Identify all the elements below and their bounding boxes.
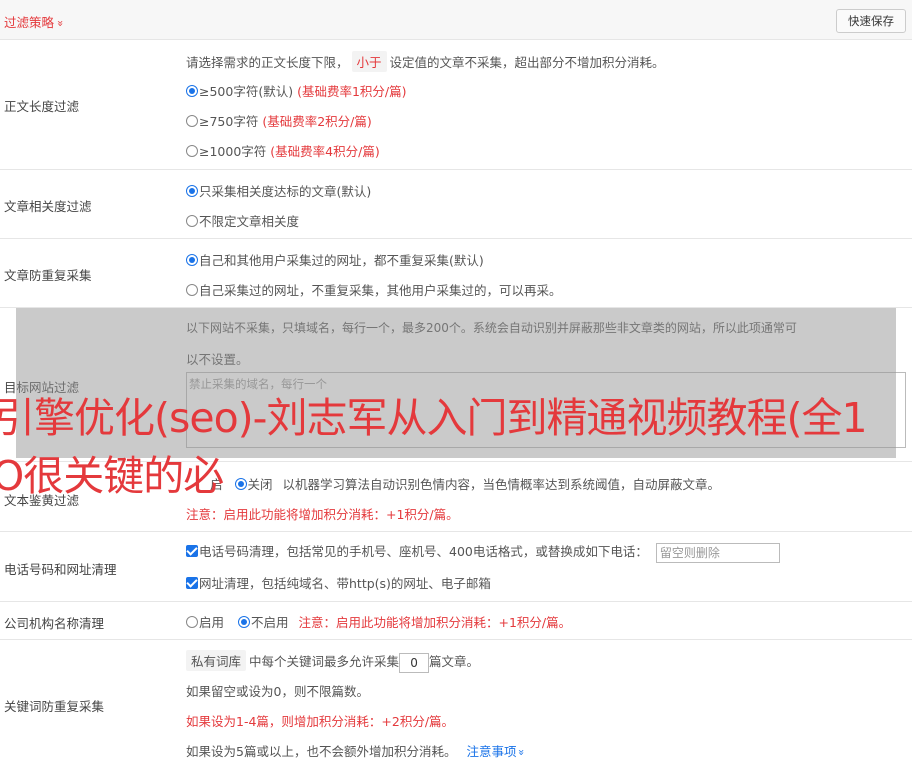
- url-clean-option[interactable]: 网址清理，包括纯域名、带http(s)的网址、电子邮箱: [186, 573, 491, 592]
- keyword-dedup-label: 关键词防重复采集: [4, 699, 105, 714]
- org-clean-options: 启用 不启用 注意：启用此功能将增加积分消耗：+1积分/篇。: [186, 612, 571, 631]
- less-than-chip: 小于: [351, 51, 387, 72]
- notes-link[interactable]: 注意事项»: [466, 744, 529, 759]
- radio-porn-off[interactable]: [234, 478, 247, 490]
- keyword-dedup-line-3: 如果设为1-4篇，则增加积分消耗：+2积分/篇。: [186, 714, 455, 729]
- radio-dedup-self[interactable]: [186, 284, 198, 296]
- dedup-option-all[interactable]: 自己和其他用户采集过的网址，都不重复采集(默认): [186, 250, 484, 269]
- keyword-dedup-line-2: 如果留空或设为0，则不限篇数。: [186, 684, 369, 699]
- org-clean-label: 公司机构名称清理: [4, 616, 105, 631]
- max-articles-input[interactable]: 0: [399, 652, 430, 673]
- phone-url-clean-row: 电话号码和网址清理 电话号码清理，包括常见的手机号、座机号、400电话格式，或替…: [0, 532, 912, 602]
- radio-750[interactable]: [186, 115, 198, 127]
- watermark-line-1: 引擎优化(seo)-刘志军从入门到精通视频教程(全1: [0, 394, 868, 442]
- watermark-line-2: O很关键的必: [0, 452, 224, 500]
- keyword-dedup-line-4: 如果设为5篇或以上，也不会额外增加积分消耗。 注意事项»: [186, 744, 529, 759]
- porn-filter-options: 启 关闭 以机器学习算法自动识别色情内容，当色情概率达到系统阈值，自动屏蔽文章。: [210, 477, 721, 492]
- quick-save-button[interactable]: 快速保存: [836, 9, 906, 33]
- filter-strategy-header: 过滤策略» 快速保存: [0, 0, 912, 40]
- chevron-down-icon: »: [515, 749, 529, 756]
- keyword-dedup-line-1: 私有词库 中每个关键词最多允许采集 0 篇文章。: [186, 650, 479, 673]
- radio-dedup-all[interactable]: [186, 254, 198, 266]
- dedup-filter-row: 文章防重复采集 自己和其他用户采集过的网址，都不重复采集(默认) 自己采集过的网…: [0, 239, 912, 308]
- org-clean-row: 公司机构名称清理 启用 不启用 注意：启用此功能将增加积分消耗：+1积分/篇。: [0, 602, 912, 640]
- dedup-option-self[interactable]: 自己采集过的网址，不重复采集，其他用户采集过的，可以再采。: [186, 280, 562, 299]
- dedup-filter-label: 文章防重复采集: [4, 268, 92, 283]
- org-option-off[interactable]: 不启用: [238, 615, 289, 630]
- length-option-750[interactable]: ≥750字符 (基础费率2积分/篇): [186, 111, 372, 130]
- length-option-500[interactable]: ≥500字符(默认) (基础费率1积分/篇): [186, 81, 407, 100]
- relevance-filter-row: 文章相关度过滤 只采集相关度达标的文章(默认) 不限定文章相关度: [0, 170, 912, 239]
- private-dict-chip[interactable]: 私有词库: [186, 650, 247, 671]
- org-option-on[interactable]: 启用: [186, 615, 224, 630]
- url-clean-checkbox[interactable]: [186, 577, 198, 589]
- phone-clean-option[interactable]: 电话号码清理，包括常见的手机号、座机号、400电话格式，或替换成如下电话： 留空…: [186, 541, 780, 563]
- porn-option-off[interactable]: 关闭: [234, 477, 273, 492]
- chevron-down-icon: »: [53, 20, 67, 27]
- replacement-phone-input[interactable]: 留空则删除: [655, 542, 780, 563]
- phone-url-clean-label: 电话号码和网址清理: [4, 562, 117, 577]
- radio-org-on[interactable]: [186, 616, 198, 628]
- keyword-dedup-row: 关键词防重复采集 私有词库 中每个关键词最多允许采集 0 篇文章。 如果留空或设为0，…: [0, 640, 912, 768]
- length-option-1000[interactable]: ≥1000字符 (基础费率4积分/篇): [186, 141, 380, 160]
- radio-relevance-any[interactable]: [186, 215, 198, 227]
- length-filter-label: 正文长度过滤: [4, 99, 80, 114]
- radio-relevance-strict[interactable]: [186, 185, 198, 197]
- radio-500[interactable]: [186, 85, 198, 97]
- porn-filter-note: 注意：启用此功能将增加积分消耗：+1积分/篇。: [186, 507, 459, 522]
- relevance-option-strict[interactable]: 只采集相关度达标的文章(默认): [186, 181, 371, 200]
- phone-clean-checkbox[interactable]: [186, 545, 198, 557]
- relevance-filter-label: 文章相关度过滤: [4, 199, 92, 214]
- radio-1000[interactable]: [186, 145, 198, 157]
- section-title[interactable]: 过滤策略»: [4, 12, 67, 31]
- relevance-option-any[interactable]: 不限定文章相关度: [186, 211, 299, 230]
- radio-org-off[interactable]: [238, 616, 250, 628]
- length-filter-row: 正文长度过滤 请选择需求的正文长度下限， 小于 设定值的文章不采集，超出部分不增加积…: [0, 40, 912, 170]
- length-filter-desc: 请选择需求的正文长度下限， 小于 设定值的文章不采集，超出部分不增加积分消耗。: [186, 51, 665, 72]
